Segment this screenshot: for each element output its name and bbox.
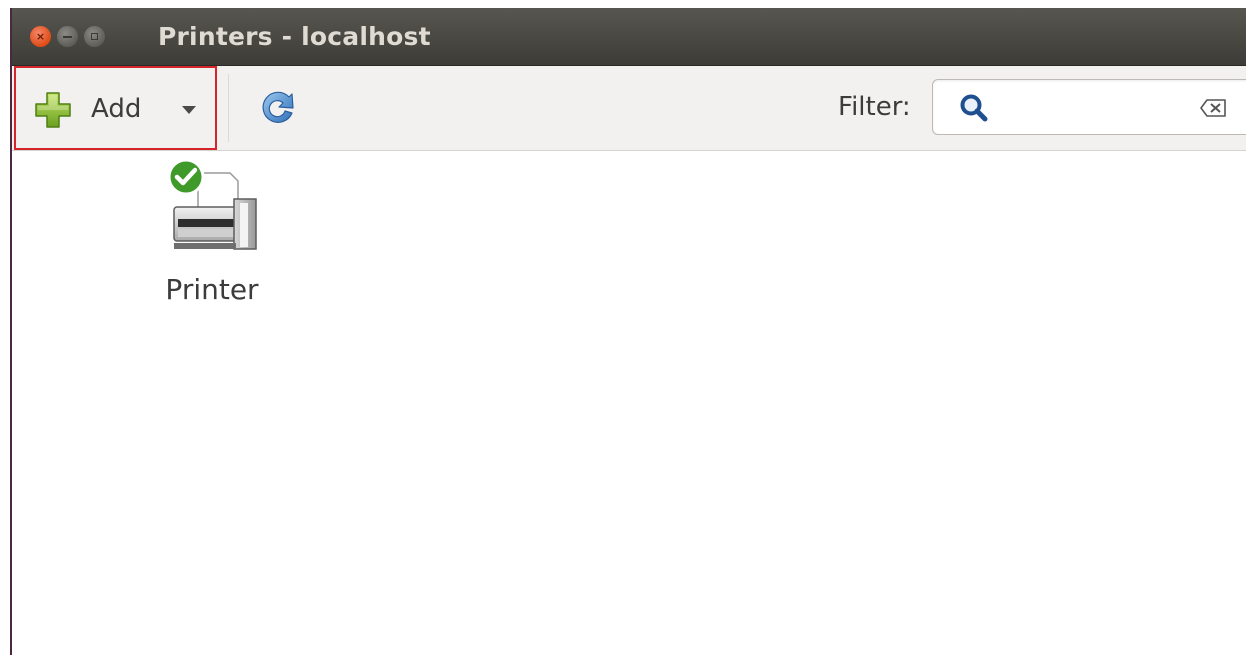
green-plus-icon [35, 92, 71, 128]
minimize-icon [63, 35, 72, 38]
default-status-check-icon [167, 158, 205, 196]
filter-field[interactable] [932, 79, 1246, 135]
maximize-icon [91, 33, 98, 40]
printer-item[interactable]: Printer [152, 158, 272, 313]
toolbar: Add Filter: [12, 66, 1246, 151]
refresh-icon [262, 91, 294, 123]
printers-window: × Printers - localhost Add Filter: Print… [12, 8, 1246, 655]
minimize-window-button[interactable] [57, 26, 78, 47]
printers-view: Printer [12, 151, 1246, 655]
search-icon [960, 94, 988, 122]
close-window-button[interactable]: × [30, 26, 51, 47]
filter-input[interactable] [1003, 90, 1187, 126]
chevron-down-icon[interactable] [182, 106, 196, 114]
window-title: Printers - localhost [158, 22, 431, 51]
close-icon: × [35, 30, 46, 43]
maximize-window-button[interactable] [84, 26, 105, 47]
add-printer-button[interactable]: Add [14, 66, 217, 150]
filter-label: Filter: [838, 92, 911, 122]
refresh-button[interactable] [252, 82, 304, 134]
clear-icon[interactable] [1199, 98, 1227, 118]
title-bar[interactable]: × Printers - localhost [12, 8, 1246, 66]
desktop-background [0, 0, 10, 655]
add-button-label: Add [91, 94, 142, 124]
printer-name: Printer [165, 273, 259, 306]
toolbar-separator [228, 74, 229, 142]
